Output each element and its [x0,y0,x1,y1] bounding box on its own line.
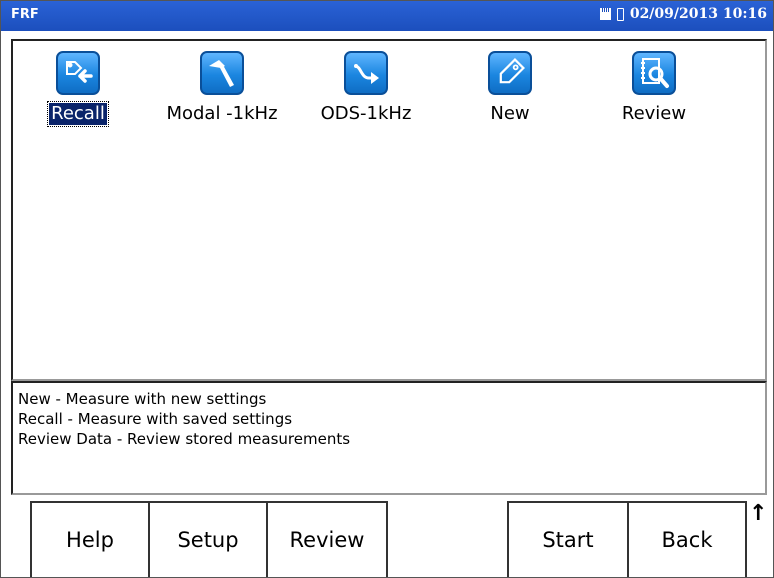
help-info-panel: New - Measure with new settings Recall -… [11,381,767,495]
app-recall[interactable]: Recall [8,51,148,127]
date-time: 02/09/2013 10:16 [629,6,767,22]
app-icon-panel: Recall Modal -1kHz ODS-1kHz New Review [11,39,767,381]
info-line: New - Measure with new settings [18,390,267,408]
start-button[interactable]: Start [507,501,629,577]
review-button[interactable]: Review [266,501,388,577]
device-screen: FRF 02/09/2013 10:16 Recall Modal -1kHz … [0,0,774,578]
review-magnifier-icon[interactable] [632,51,676,95]
app-modal[interactable]: Modal -1kHz [152,51,292,125]
info-line: Recall - Measure with saved settings [18,410,293,428]
app-label: New [490,103,530,124]
back-button[interactable]: Back [627,501,747,577]
app-review[interactable]: Review [584,51,724,125]
app-new[interactable]: New [440,51,580,125]
status-area: 02/09/2013 10:16 [599,6,767,22]
sd-card-icon [599,8,611,20]
app-label: ODS-1kHz [320,103,412,124]
info-line: Review Data - Review stored measurements [18,430,351,448]
app-label: Review [621,103,687,124]
setup-button[interactable]: Setup [148,501,268,577]
title-bar: FRF 02/09/2013 10:16 [1,1,773,31]
hammer-icon[interactable] [200,51,244,95]
scroll-up-icon[interactable]: ↑ [749,501,767,526]
battery-icon [616,7,624,21]
help-button[interactable]: Help [30,501,150,577]
app-label: Modal -1kHz [166,103,278,124]
app-label: Recall [47,101,109,127]
app-ods[interactable]: ODS-1kHz [296,51,436,125]
ods-arrow-icon[interactable] [344,51,388,95]
recall-icon[interactable] [56,51,100,95]
tag-icon[interactable] [488,51,532,95]
window-title: FRF [11,7,39,22]
